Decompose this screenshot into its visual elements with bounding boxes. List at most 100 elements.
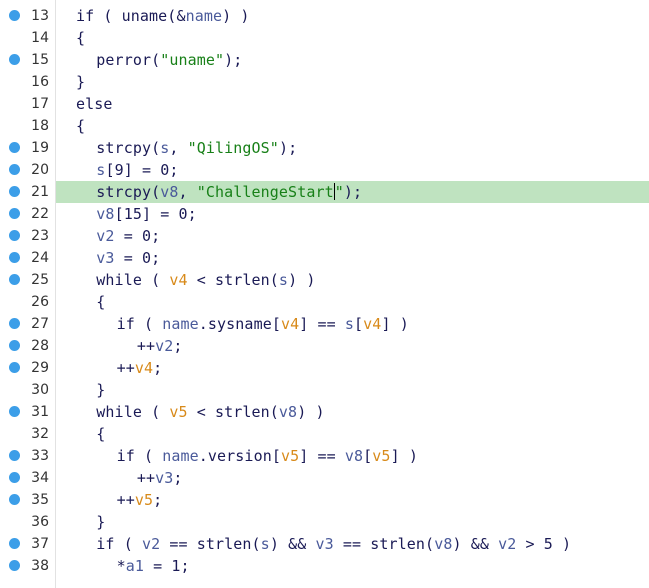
identifier[interactable]: v2: [96, 227, 114, 245]
breakpoint-dot-icon[interactable]: [9, 186, 20, 197]
code-text[interactable]: ++v2;: [137, 335, 183, 357]
local-variable[interactable]: v5: [135, 491, 153, 509]
code-line[interactable]: 28 ++v2;: [0, 335, 649, 357]
code-text[interactable]: {: [96, 291, 105, 313]
code-line[interactable]: 31 while ( v5 < strlen(v8) ): [0, 401, 649, 423]
code-line[interactable]: 25 while ( v4 < strlen(s) ): [0, 269, 649, 291]
identifier[interactable]: v8: [434, 535, 452, 553]
code-line[interactable]: 38 *a1 = 1;: [0, 555, 649, 577]
code-line[interactable]: 33 if ( name.version[v5] == v8[v5] ): [0, 445, 649, 467]
code-text[interactable]: ++v5;: [117, 489, 163, 511]
local-variable[interactable]: v5: [372, 447, 390, 465]
code-text[interactable]: while ( v5 < strlen(v8) ): [96, 401, 324, 423]
identifier[interactable]: a1: [126, 557, 144, 575]
code-text[interactable]: else: [76, 93, 113, 115]
breakpoint-dot-icon[interactable]: [9, 252, 20, 263]
breakpoint-dot-icon[interactable]: [9, 142, 20, 153]
code-text[interactable]: *a1 = 1;: [117, 555, 190, 577]
breakpoint-dot-icon[interactable]: [9, 208, 20, 219]
code-token: ;: [153, 359, 163, 377]
identifier[interactable]: v8: [160, 183, 178, 201]
breakpoint-dot-icon[interactable]: [9, 406, 20, 417]
code-text[interactable]: ++v4;: [117, 357, 163, 379]
breakpoint-dot-icon[interactable]: [9, 340, 20, 351]
local-variable[interactable]: v5: [281, 447, 299, 465]
breakpoint-dot-icon[interactable]: [9, 362, 20, 373]
breakpoint-dot-icon[interactable]: [9, 164, 20, 175]
code-line[interactable]: 34 ++v3;: [0, 467, 649, 489]
code-line[interactable]: 26 {: [0, 291, 649, 313]
code-line[interactable]: 15 perror("uname");: [0, 49, 649, 71]
identifier[interactable]: v3: [155, 469, 173, 487]
breakpoint-dot-icon[interactable]: [9, 560, 20, 571]
local-variable[interactable]: v5: [169, 403, 187, 421]
identifier[interactable]: name: [162, 315, 199, 333]
code-line[interactable]: 13 if ( uname(&name) ): [0, 5, 649, 27]
code-line[interactable]: 36}: [0, 511, 649, 533]
code-line[interactable]: 20 s[9] = 0;: [0, 159, 649, 181]
code-line[interactable]: 35 ++v5;: [0, 489, 649, 511]
breakpoint-dot-icon[interactable]: [9, 54, 20, 65]
code-text[interactable]: v2 = 0;: [96, 225, 160, 247]
code-line[interactable]: 22 v8[15] = 0;: [0, 203, 649, 225]
breakpoint-dot-icon[interactable]: [9, 318, 20, 329]
breakpoint-dot-icon[interactable]: [9, 230, 20, 241]
code-text[interactable]: if ( name.sysname[v4] == s[v4] ): [117, 313, 409, 335]
code-line[interactable]: 19 strcpy(s, "QilingOS");: [0, 137, 649, 159]
code-line[interactable]: 16}: [0, 71, 649, 93]
identifier[interactable]: v8: [279, 403, 297, 421]
code-line[interactable]: 30}: [0, 379, 649, 401]
identifier[interactable]: s: [261, 535, 270, 553]
identifier[interactable]: name: [162, 447, 199, 465]
identifier[interactable]: s: [160, 139, 169, 157]
identifier[interactable]: s: [345, 315, 354, 333]
identifier[interactable]: v2: [498, 535, 516, 553]
identifier[interactable]: v3: [96, 249, 114, 267]
local-variable[interactable]: v4: [281, 315, 299, 333]
breakpoint-dot-icon[interactable]: [9, 10, 20, 21]
identifier[interactable]: s: [279, 271, 288, 289]
code-line[interactable]: 37 if ( v2 == strlen(s) && v3 == strlen(v…: [0, 533, 649, 555]
code-text[interactable]: {: [76, 115, 85, 137]
local-variable[interactable]: v4: [135, 359, 153, 377]
identifier[interactable]: v8: [96, 205, 114, 223]
identifier[interactable]: v2: [155, 337, 173, 355]
breakpoint-dot-icon[interactable]: [9, 274, 20, 285]
code-text[interactable]: v8[15] = 0;: [96, 203, 196, 225]
code-line[interactable]: 29 ++v4;: [0, 357, 649, 379]
code-line[interactable]: 21 strcpy(v8, "ChallengeStart");: [0, 181, 649, 203]
code-text[interactable]: if ( uname(&name) ): [76, 5, 250, 27]
code-line[interactable]: 17 else: [0, 93, 649, 115]
code-line[interactable]: 27 if ( name.sysname[v4] == s[v4] ): [0, 313, 649, 335]
code-text[interactable]: if ( name.version[v5] == v8[v5] ): [117, 445, 418, 467]
identifier[interactable]: name: [186, 7, 223, 25]
code-line[interactable]: 18 {: [0, 115, 649, 137]
code-text[interactable]: while ( v4 < strlen(s) ): [96, 269, 315, 291]
local-variable[interactable]: v4: [169, 271, 187, 289]
local-variable[interactable]: v4: [363, 315, 381, 333]
code-text[interactable]: v3 = 0;: [96, 247, 160, 269]
identifier[interactable]: v8: [345, 447, 363, 465]
code-text[interactable]: {: [96, 423, 105, 445]
code-line[interactable]: 23 v2 = 0;: [0, 225, 649, 247]
code-line[interactable]: 14 {: [0, 27, 649, 49]
breakpoint-dot-icon[interactable]: [9, 538, 20, 549]
breakpoint-dot-icon[interactable]: [9, 472, 20, 483]
identifier[interactable]: v2: [142, 535, 160, 553]
code-text[interactable]: }: [76, 71, 85, 93]
pseudocode-view[interactable]: 13 if ( uname(&name) ) 14{15 perror("uname"…: [0, 0, 649, 588]
breakpoint-dot-icon[interactable]: [9, 494, 20, 505]
code-text[interactable]: }: [96, 511, 105, 533]
code-text[interactable]: strcpy(v8, "ChallengeStart");: [96, 181, 362, 203]
identifier[interactable]: v3: [315, 535, 333, 553]
code-text[interactable]: s[9] = 0;: [96, 159, 178, 181]
code-text[interactable]: {: [76, 27, 85, 49]
code-text[interactable]: strcpy(s, "QilingOS");: [96, 137, 297, 159]
code-text[interactable]: perror("uname");: [96, 49, 242, 71]
code-line[interactable]: 32 {: [0, 423, 649, 445]
breakpoint-dot-icon[interactable]: [9, 450, 20, 461]
code-text[interactable]: if ( v2 == strlen(s) && v3 == strlen(v8)…: [96, 533, 571, 555]
code-text[interactable]: ++v3;: [137, 467, 183, 489]
code-text[interactable]: }: [96, 379, 105, 401]
code-line[interactable]: 24 v3 = 0;: [0, 247, 649, 269]
